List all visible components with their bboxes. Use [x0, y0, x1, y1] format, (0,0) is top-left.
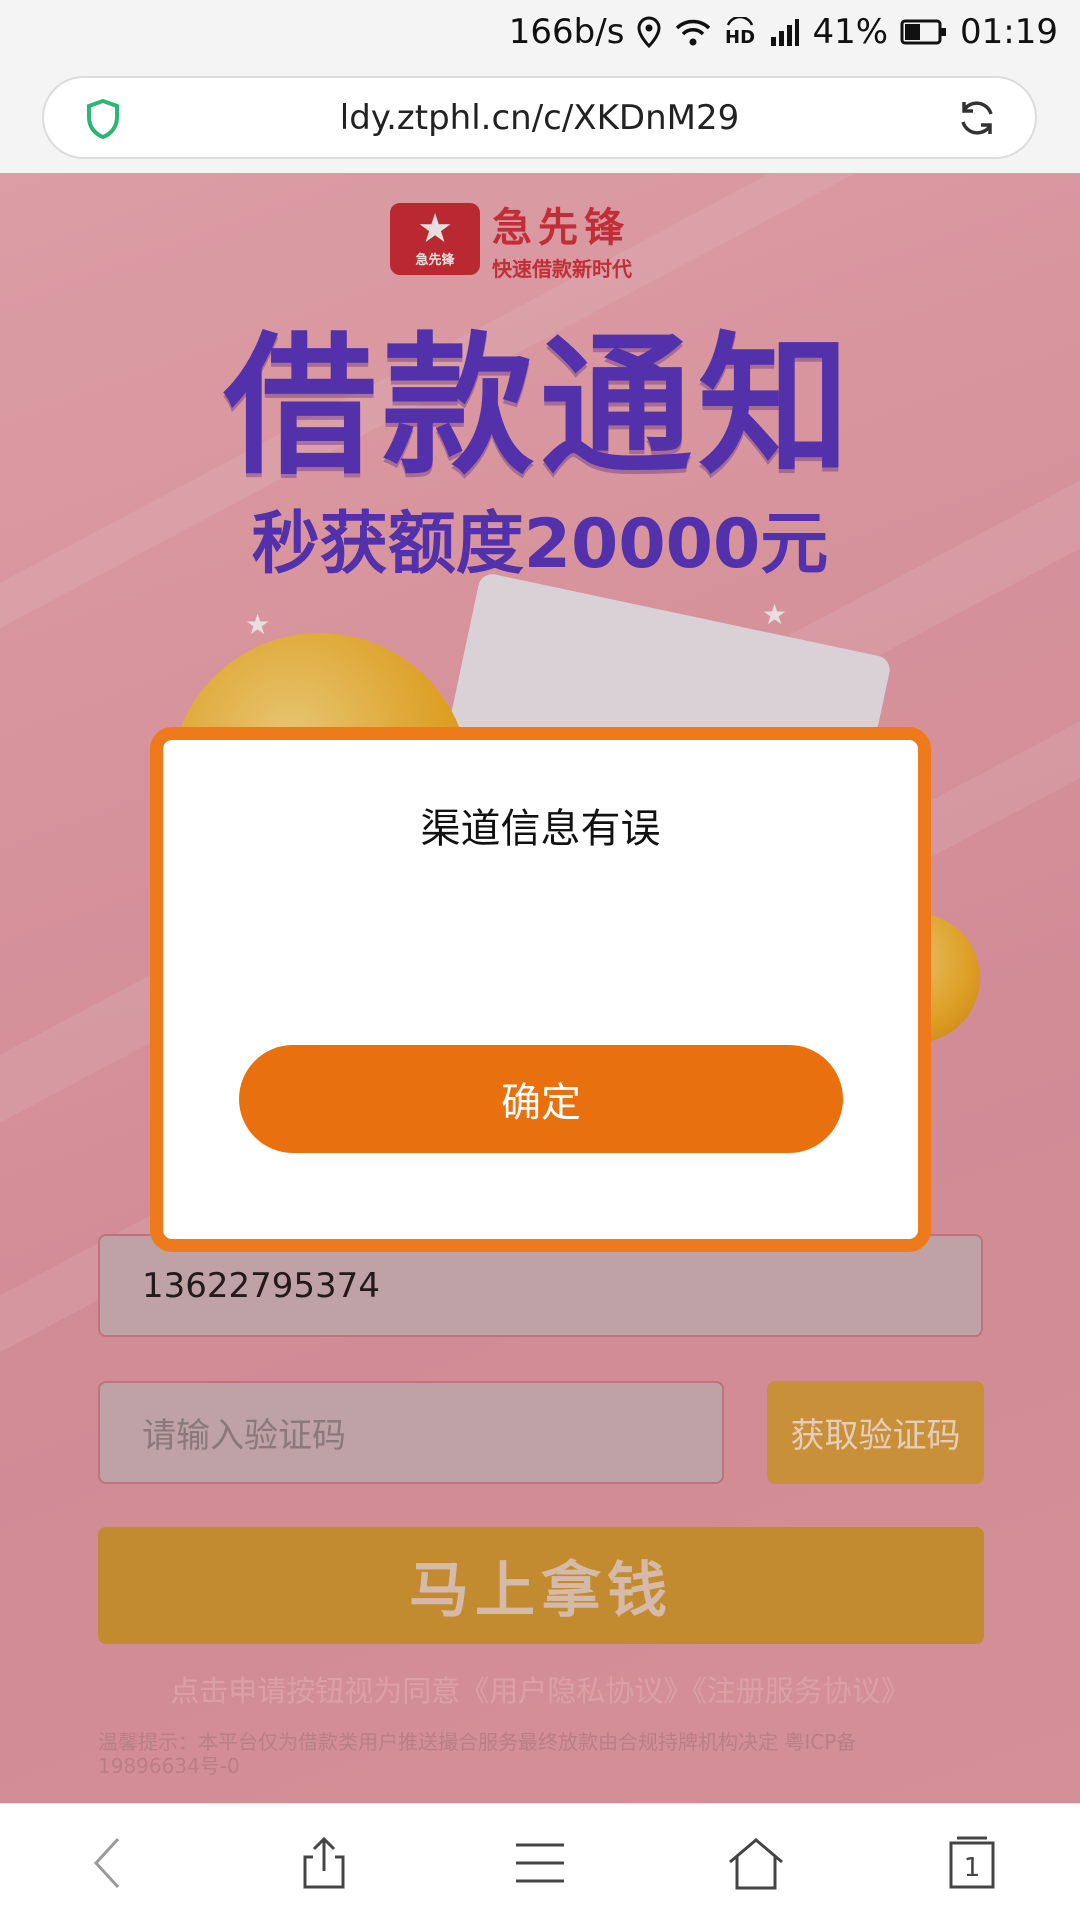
share-icon[interactable]: [269, 1808, 379, 1918]
wifi-icon: [674, 17, 712, 47]
battery-icon: [900, 18, 948, 46]
browser-toolbar: ldy.ztphl.cn/c/XKDnM29: [0, 64, 1080, 173]
battery-level: 41%: [812, 12, 889, 52]
signal-icon: [770, 17, 800, 47]
status-bar: 166b/s HD 41% 01:19: [0, 0, 1080, 64]
tabs-icon[interactable]: 1: [917, 1808, 1027, 1918]
tab-count: 1: [964, 1853, 981, 1883]
net-speed: 166b/s: [508, 12, 625, 52]
back-icon[interactable]: [53, 1808, 163, 1918]
shield-icon: [84, 98, 122, 144]
home-icon[interactable]: [701, 1808, 811, 1918]
location-icon: [636, 16, 662, 48]
svg-text:HD: HD: [725, 27, 755, 47]
menu-icon[interactable]: [485, 1808, 595, 1918]
hd-icon: HD: [724, 17, 758, 47]
clock: 01:19: [960, 12, 1058, 52]
browser-bottom-nav: 1: [0, 1803, 1080, 1921]
error-dialog: 渠道信息有误 确定: [150, 727, 931, 1252]
confirm-button[interactable]: 确定: [239, 1045, 843, 1153]
url-text[interactable]: ldy.ztphl.cn/c/XKDnM29: [340, 98, 739, 138]
reload-icon[interactable]: [955, 96, 999, 144]
dialog-message: 渠道信息有误: [420, 806, 661, 852]
address-bar[interactable]: ldy.ztphl.cn/c/XKDnM29: [42, 76, 1037, 159]
